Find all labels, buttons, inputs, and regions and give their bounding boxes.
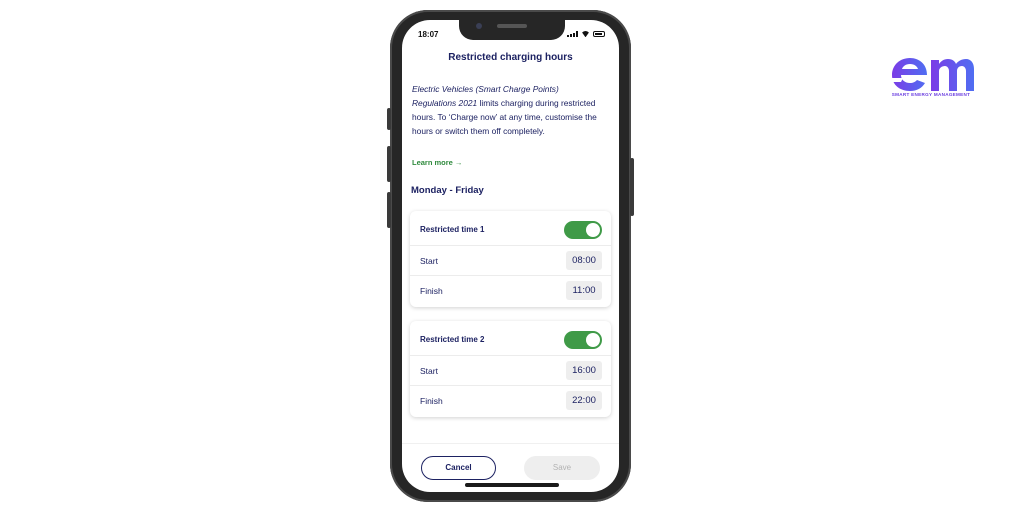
restricted-time-header: Restricted time 1 <box>410 214 611 244</box>
finish-label: Finish <box>420 286 443 296</box>
phone-power-button <box>630 158 634 216</box>
restricted-time-1-toggle[interactable] <box>564 221 602 239</box>
start-row: Start 16:00 <box>410 355 611 386</box>
phone-speaker <box>497 24 527 28</box>
phone-volume-up-button <box>387 146 391 182</box>
finish-label: Finish <box>420 396 443 406</box>
page-title: Restricted charging hours <box>448 52 573 63</box>
start-time-field[interactable]: 16:00 <box>566 361 602 380</box>
cancel-button[interactable]: Cancel <box>421 456 496 480</box>
restricted-time-label: Restricted time 2 <box>420 335 485 344</box>
restricted-time-card-1: Restricted time 1 Start 08:00 Finish 11:… <box>410 211 611 307</box>
finish-row: Finish 22:00 <box>410 385 611 416</box>
home-indicator[interactable] <box>465 483 559 487</box>
finish-time-field[interactable]: 11:00 <box>566 281 602 300</box>
start-time-field[interactable]: 08:00 <box>566 251 602 270</box>
restricted-time-card-2: Restricted time 2 Start 16:00 Finish 22:… <box>410 321 611 417</box>
footer-divider <box>402 443 619 444</box>
description: Electric Vehicles (Smart Charge Points) … <box>412 82 604 138</box>
start-label: Start <box>420 256 438 266</box>
section-title: Monday - Friday <box>411 185 484 196</box>
finish-row: Finish 11:00 <box>410 275 611 306</box>
status-icons <box>567 31 605 37</box>
battery-icon <box>593 31 605 37</box>
brand-tagline: SMART ENERGY MANAGEMENT <box>891 92 971 97</box>
phone-side-button <box>387 108 391 130</box>
restricted-time-header: Restricted time 2 <box>410 324 611 354</box>
start-row: Start 08:00 <box>410 245 611 276</box>
finish-time-field[interactable]: 22:00 <box>566 391 602 410</box>
save-button[interactable]: Save <box>524 456 600 480</box>
status-time: 18:07 <box>418 30 439 39</box>
signal-icon <box>567 31 578 37</box>
phone-notch <box>459 18 565 40</box>
camera-icon <box>476 23 482 29</box>
phone-volume-down-button <box>387 192 391 228</box>
learn-more-link[interactable]: Learn more → <box>412 158 462 167</box>
restricted-time-2-toggle[interactable] <box>564 331 602 349</box>
phone-screen: 18:07 Restricted charging hours Electric… <box>402 20 619 492</box>
restricted-time-label: Restricted time 1 <box>420 225 485 234</box>
wifi-icon <box>581 31 590 37</box>
start-label: Start <box>420 366 438 376</box>
